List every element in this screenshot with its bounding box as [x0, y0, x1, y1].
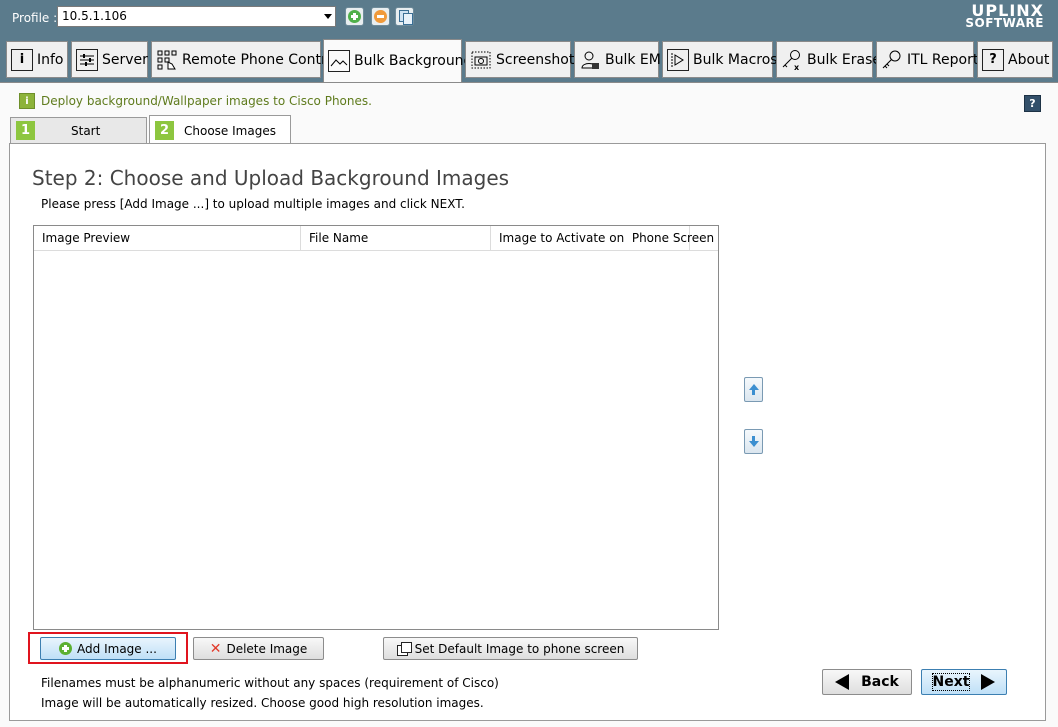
tab-label: Bulk Background — [354, 53, 473, 69]
next-button[interactable]: Next — [921, 669, 1007, 695]
tab-label: Server — [102, 51, 148, 68]
add-image-button[interactable]: Add Image ... — [40, 637, 176, 660]
help-icon[interactable]: ? — [1024, 95, 1041, 112]
tab-label: Bulk Macros — [693, 51, 778, 68]
tab-server[interactable]: Server — [71, 41, 148, 78]
key-erase-icon: x — [781, 49, 803, 71]
page-title: Step 2: Choose and Upload Background Ima… — [32, 166, 510, 190]
content-area: i Deploy background/Wallpaper images to … — [0, 82, 1058, 727]
arrow-up-stem — [752, 390, 755, 395]
copy-icon-back — [403, 13, 413, 25]
plus-icon — [348, 10, 361, 23]
grid-header: Image Preview File Name Image to Activat… — [34, 226, 718, 251]
step-number: 1 — [16, 121, 35, 140]
remove-profile-button[interactable] — [371, 7, 390, 26]
info-line: i Deploy background/Wallpaper images to … — [19, 93, 372, 109]
delete-image-button[interactable]: ✕ Delete Image — [193, 637, 324, 660]
tab-label: Remote Phone Control — [182, 51, 339, 68]
sliders-icon — [76, 48, 98, 71]
tab-label: Bulk EM — [605, 51, 661, 68]
tab-label: Bulk Erase — [807, 51, 882, 68]
set-default-label: Set Default Image to phone screen — [414, 641, 625, 656]
profile-label: Profile : — [12, 11, 58, 25]
move-down-button[interactable] — [744, 429, 763, 454]
uplinx-logo: UPLINX SOFTWARE — [965, 3, 1044, 30]
logo-line2: SOFTWARE — [965, 16, 1044, 30]
info-icon: i — [19, 93, 35, 109]
filename-note: Filenames must be alphanumeric without a… — [41, 676, 499, 690]
delete-icon: ✕ — [209, 640, 222, 657]
user-icon — [579, 49, 601, 71]
step-number: 2 — [155, 121, 174, 140]
tab-bulk-em[interactable]: Bulk EM — [574, 41, 661, 78]
back-button[interactable]: Back — [822, 669, 912, 695]
profile-value: 10.5.1.106 — [62, 9, 127, 23]
wizard-tab-label: Choose Images — [184, 123, 276, 138]
add-image-label: Add Image ... — [77, 641, 157, 656]
info-text: Deploy background/Wallpaper images to Ci… — [41, 94, 372, 108]
tab-screenshots[interactable]: Screenshots — [465, 41, 582, 78]
column-header-activate-on-phone[interactable]: Image to Activate on Phone Screen — [491, 226, 714, 250]
minus-icon — [374, 10, 387, 23]
key-icon — [881, 49, 903, 71]
tab-remote-phone-control[interactable]: Remote Phone Control — [151, 41, 339, 78]
wizard-tab-label: Start — [71, 123, 101, 138]
set-default-image-button[interactable]: Set Default Image to phone screen — [383, 637, 638, 660]
wizard-tab-start[interactable]: 1 Start — [10, 117, 147, 143]
resize-note: Image will be automatically resized. Cho… — [41, 696, 484, 710]
move-up-button[interactable] — [744, 377, 763, 402]
tab-label: Info — [37, 51, 64, 68]
main-tabs: i Info Server Remote Phone Control Bulk … — [0, 38, 1058, 82]
tab-bulk-background[interactable]: Bulk Background — [323, 39, 472, 82]
image-icon — [328, 50, 350, 72]
copy-profile-button[interactable] — [395, 7, 414, 26]
copy-icon — [396, 641, 412, 656]
tab-label: ITL Report — [907, 51, 979, 68]
arrow-left-icon — [835, 674, 850, 690]
chevron-down-icon — [324, 14, 332, 19]
wizard-tab-choose-images[interactable]: 2 Choose Images — [149, 115, 291, 145]
top-bar: Profile : 10.5.1.106 UPLINX SOFTWARE — [0, 0, 1058, 38]
add-profile-button[interactable] — [345, 7, 364, 26]
column-header-file-name[interactable]: File Name — [301, 226, 491, 250]
tab-itl-report[interactable]: ITL Report — [876, 41, 978, 78]
tab-bulk-erase[interactable]: x Bulk Erase — [776, 41, 881, 78]
tab-about[interactable]: ? About — [977, 41, 1053, 78]
tab-bulk-macros[interactable]: Bulk Macros — [662, 41, 778, 78]
film-icon — [667, 48, 689, 71]
column-header-image-preview[interactable]: Image Preview — [34, 226, 301, 250]
plus-icon — [59, 642, 73, 655]
arrow-right-icon — [981, 674, 996, 690]
delete-image-label: Delete Image — [226, 641, 308, 656]
profile-select[interactable]: 10.5.1.106 — [57, 6, 336, 27]
wizard-panel: Step 2: Choose and Upload Background Ima… — [9, 143, 1046, 721]
svg-text:x: x — [794, 63, 800, 71]
step-instructions: Please press [Add Image ...] to upload m… — [41, 197, 465, 211]
question-icon: ? — [982, 48, 1004, 71]
images-grid[interactable]: Image Preview File Name Image to Activat… — [33, 225, 719, 630]
camera-icon — [470, 49, 492, 71]
keypad-icon — [156, 49, 178, 71]
info-icon: i — [11, 48, 33, 71]
tab-label: Screenshots — [496, 51, 582, 68]
back-label: Back — [861, 674, 899, 690]
tab-info[interactable]: i Info — [6, 41, 68, 78]
tab-label: About — [1008, 51, 1050, 68]
arrow-down-icon — [749, 441, 759, 447]
next-label: Next — [931, 673, 971, 691]
